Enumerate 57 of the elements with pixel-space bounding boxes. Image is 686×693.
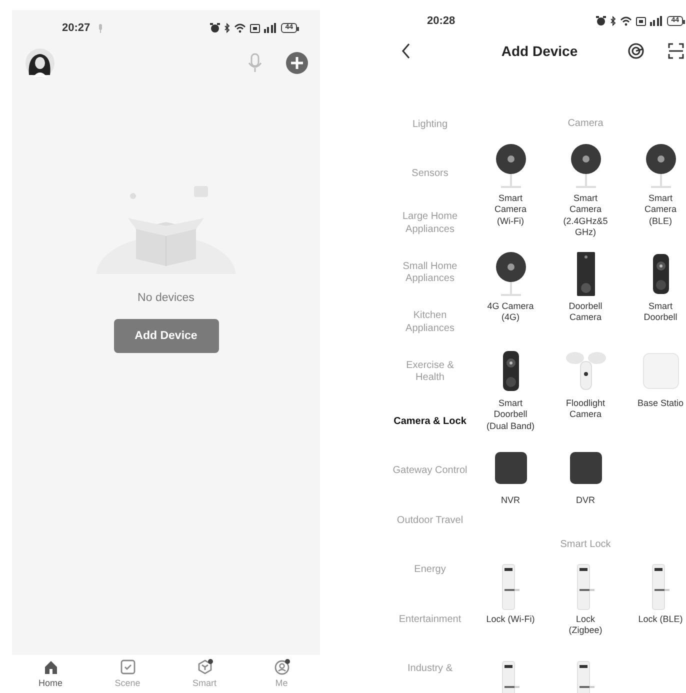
floodlight-icon xyxy=(566,352,606,390)
empty-state-message: No devices xyxy=(138,291,194,306)
doorbell-icon xyxy=(652,254,668,294)
device-tile[interactable]: Smart Camera (BLE) xyxy=(623,143,686,238)
device-tile[interactable]: Lock (Wi-Fi) xyxy=(473,564,548,648)
camera-icon xyxy=(570,144,600,188)
lock-icon xyxy=(502,564,520,610)
lock-icon xyxy=(576,564,594,610)
camera-icon xyxy=(646,144,676,188)
avatar-icon[interactable] xyxy=(25,48,55,78)
device-tile[interactable]: Lock (BLE) xyxy=(623,564,686,648)
signal-icon xyxy=(264,23,278,33)
doorbell-icon xyxy=(502,351,518,391)
scan-icon[interactable] xyxy=(668,43,684,59)
device-tile[interactable]: Floodlight Camera xyxy=(548,348,623,432)
status-time: 20:28 xyxy=(427,14,456,29)
add-device-button[interactable]: Add Device xyxy=(114,319,218,354)
wifi-icon xyxy=(234,23,246,33)
device-tile[interactable]: Smart Camera (Wi-Fi) xyxy=(473,143,548,238)
recorder-icon xyxy=(494,452,526,484)
me-icon xyxy=(274,659,290,675)
alarm-icon xyxy=(596,16,606,26)
scene-icon xyxy=(120,659,136,675)
screen-title: Add Device xyxy=(500,42,579,60)
back-icon[interactable] xyxy=(401,43,411,59)
section-title: Camera xyxy=(566,117,604,131)
home-icon xyxy=(42,659,58,675)
recorder-icon xyxy=(570,452,602,484)
sim-card-icon xyxy=(250,24,260,32)
alarm-icon xyxy=(210,23,220,33)
bluetooth-icon xyxy=(610,16,616,26)
device-tile[interactable]: DVR xyxy=(548,445,623,529)
status-time: 20:27 xyxy=(62,20,90,36)
lock-icon xyxy=(652,564,670,610)
smart-icon xyxy=(196,659,212,675)
device-tile[interactable]: Smart Doorbell xyxy=(623,251,686,335)
hub-icon xyxy=(642,353,678,389)
signal-icon xyxy=(650,16,664,26)
section-title: Smart Lock xyxy=(559,538,612,552)
device-tile[interactable]: NVR xyxy=(473,445,548,529)
camera-icon xyxy=(496,252,526,296)
device-tile[interactable]: Smart Camera (2.4GHz&5GHz) xyxy=(548,143,623,238)
doorbell-icon xyxy=(576,252,594,296)
device-tile[interactable]: Lock (Zigbee) xyxy=(548,564,623,648)
add-icon[interactable] xyxy=(286,52,308,74)
device-tile[interactable]: Doorbell Camera xyxy=(548,251,623,335)
microphone-icon xyxy=(98,24,104,32)
device-tile[interactable]: Smart Doorbell (Dual Band) xyxy=(473,348,548,432)
category-item[interactable]: Camera & Lock xyxy=(387,397,473,446)
radar-icon[interactable] xyxy=(628,43,644,59)
device-tile[interactable]: Base Statio xyxy=(623,348,686,432)
tab-item[interactable]: Home xyxy=(12,655,89,693)
wifi-icon xyxy=(620,16,632,26)
sim-card-icon xyxy=(636,16,646,26)
device-tile[interactable]: 4G Camera (4G) xyxy=(473,251,548,335)
bluetooth-icon xyxy=(224,23,230,33)
camera-icon xyxy=(496,144,526,188)
